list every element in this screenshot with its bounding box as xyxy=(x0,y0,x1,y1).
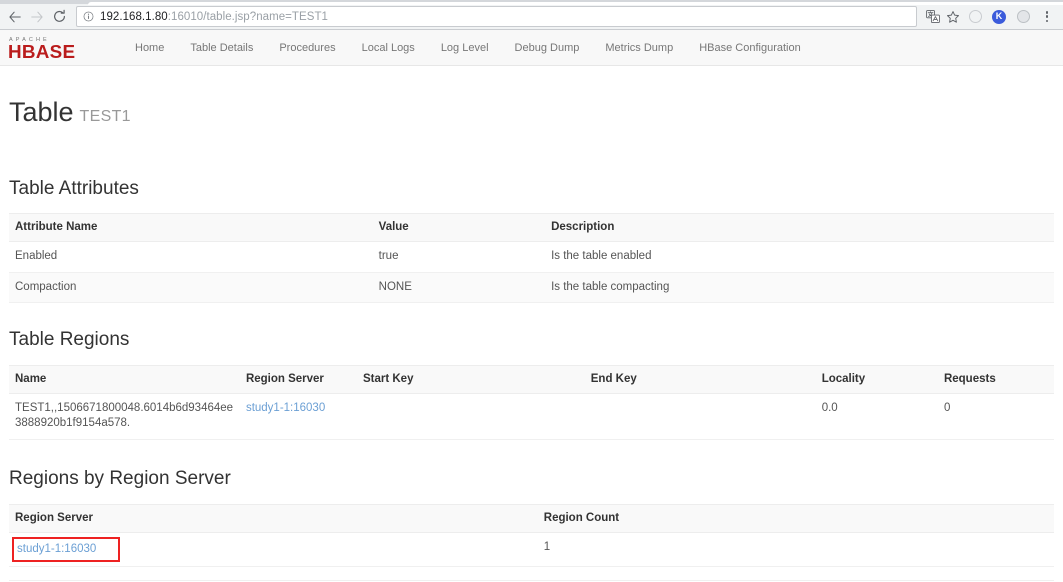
rbrs-region-server-link[interactable]: study1-1:16030 xyxy=(17,543,96,555)
page-content: Table TEST1 Table Attributes Attribute Na… xyxy=(0,97,1063,582)
attribute-value: true xyxy=(372,241,546,273)
table-attributes-header-row: Attribute Name Value Description xyxy=(9,213,1054,243)
region-end-key xyxy=(584,393,816,440)
attribute-description: Is the table compacting xyxy=(545,272,1054,304)
table-attributes-table: Attribute Name Value Description Enabled… xyxy=(9,213,1054,304)
col-requests: Requests xyxy=(937,365,1054,394)
region-start-key xyxy=(356,393,585,440)
col-name: Name xyxy=(9,365,240,394)
nav-link-procedures[interactable]: Procedures xyxy=(266,42,348,54)
region-server-cell: study1-1:16030 xyxy=(239,393,357,440)
rbrs-region-count: 1 xyxy=(537,532,1054,568)
nav-link-home[interactable]: Home xyxy=(122,42,177,54)
region-server-highlight-box: study1-1:16030 xyxy=(12,536,121,563)
tab-strip xyxy=(0,0,1063,5)
region-requests: 0 xyxy=(937,393,1054,440)
page-title: Table TEST1 xyxy=(9,97,1054,128)
regions-by-region-server-table: Region Server Region Count study1-1:1603… xyxy=(9,503,1054,568)
url-host: 192.168.1.80 xyxy=(100,10,168,23)
url-path: :16010/table.jsp?name=TEST1 xyxy=(167,10,328,23)
kebab-menu-icon[interactable] xyxy=(1035,6,1059,28)
star-icon[interactable] xyxy=(943,7,963,27)
attribute-value: NONE xyxy=(372,272,546,304)
table-regions-heading: Table Regions xyxy=(9,329,130,351)
nav-link-local-logs[interactable]: Local Logs xyxy=(349,42,428,54)
rbrs-header-row: Region Server Region Count xyxy=(9,503,1054,533)
col-value: Value xyxy=(372,213,546,243)
attribute-name: Enabled xyxy=(9,241,373,273)
back-arrow-icon[interactable] xyxy=(4,6,26,28)
browser-chrome: 192.168.1.80:16010/table.jsp?name=TEST1 … xyxy=(0,0,1063,30)
col-locality: Locality xyxy=(815,365,938,394)
attribute-description: Is the table enabled xyxy=(545,241,1054,273)
reload-icon[interactable] xyxy=(48,6,70,28)
col-end-key: End Key xyxy=(584,365,816,394)
nav-link-debug-dump[interactable]: Debug Dump xyxy=(502,42,593,54)
col-attribute-name: Attribute Name xyxy=(9,213,373,243)
page-title-main: Table xyxy=(9,97,74,127)
table-attributes-heading: Table Attributes xyxy=(9,177,139,199)
translate-icon[interactable] xyxy=(923,7,943,27)
k-badge-icon[interactable]: K xyxy=(987,6,1011,28)
region-name: TEST1,,1506671800048.6014b6d93464ee38889… xyxy=(9,393,240,440)
table-row: study1-1:16030 1 xyxy=(9,532,1054,568)
col-region-server: Region Server xyxy=(9,503,538,533)
col-start-key: Start Key xyxy=(356,365,585,394)
svg-text:HBASE: HBASE xyxy=(8,41,75,62)
info-circle-icon[interactable] xyxy=(83,11,94,22)
browser-toolbar: 192.168.1.80:16010/table.jsp?name=TEST1 … xyxy=(0,4,1063,30)
k-badge-label: K xyxy=(992,9,1006,24)
table-row: Enabled true Is the table enabled xyxy=(9,241,1054,273)
nav-link-log-level[interactable]: Log Level xyxy=(428,42,502,54)
attribute-name: Compaction xyxy=(9,272,373,304)
address-bar[interactable]: 192.168.1.80:16010/table.jsp?name=TEST1 xyxy=(76,6,917,27)
nav-link-hbase-configuration[interactable]: HBase Configuration xyxy=(686,42,814,54)
page-title-table-name: TEST1 xyxy=(79,108,131,125)
col-region-count: Region Count xyxy=(537,503,1054,533)
hbase-nav-links: Home Table Details Procedures Local Logs… xyxy=(122,42,814,54)
region-locality: 0.0 xyxy=(815,393,938,440)
gray-circle-icon[interactable] xyxy=(1011,6,1035,28)
regions-by-region-server-heading: Regions by Region Server xyxy=(9,467,231,489)
table-row: TEST1,,1506671800048.6014b6d93464ee38889… xyxy=(9,393,1054,440)
hbase-logo[interactable]: APACHE HBASE xyxy=(8,34,100,62)
col-region-server: Region Server xyxy=(239,365,357,394)
table-row: Compaction NONE Is the table compacting xyxy=(9,272,1054,304)
region-server-link[interactable]: study1-1:16030 xyxy=(246,402,325,414)
url-text: 192.168.1.80:16010/table.jsp?name=TEST1 xyxy=(100,11,328,23)
table-regions-header-row: Name Region Server Start Key End Key Loc… xyxy=(9,365,1054,394)
hbase-navbar: APACHE HBASE Home Table Details Procedur… xyxy=(0,30,1063,66)
col-description: Description xyxy=(545,213,1054,243)
circle-outline-icon[interactable] xyxy=(963,6,987,28)
forward-arrow-icon xyxy=(26,6,48,28)
active-tab[interactable] xyxy=(88,2,1063,5)
nav-link-metrics-dump[interactable]: Metrics Dump xyxy=(592,42,686,54)
nav-link-table-details[interactable]: Table Details xyxy=(177,42,266,54)
rbrs-region-server-cell: study1-1:16030 xyxy=(9,532,538,568)
table-regions-table: Name Region Server Start Key End Key Loc… xyxy=(9,365,1054,440)
